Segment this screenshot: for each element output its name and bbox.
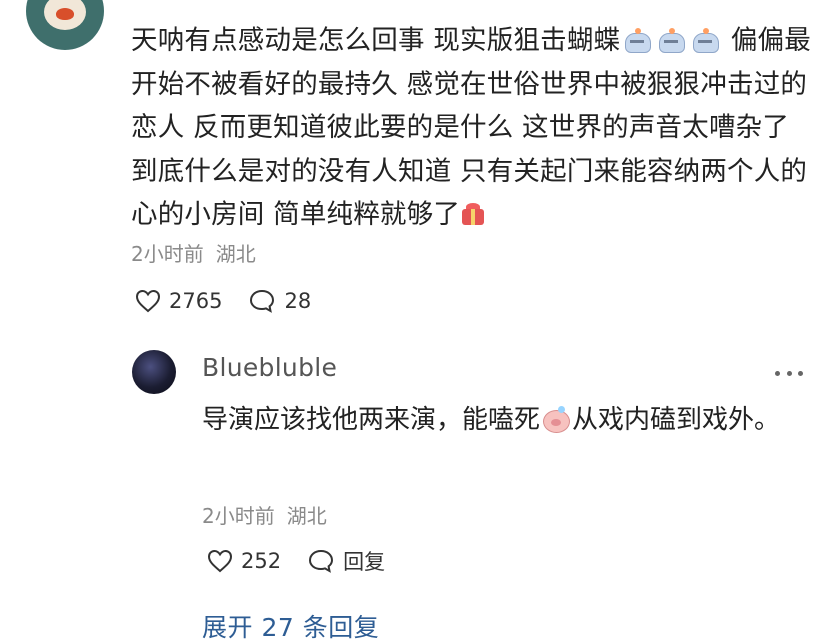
main-comment-count: 28 <box>284 289 312 313</box>
comment-bubble-icon <box>309 549 334 573</box>
main-comment-time: 2小时前 <box>131 242 204 266</box>
main-comment-button[interactable]: 28 <box>248 288 311 314</box>
main-like-button[interactable]: 2765 <box>135 289 222 313</box>
expand-replies-link[interactable]: 展开 27 条回复 <box>202 608 379 644</box>
heart-icon <box>135 289 161 313</box>
comment-bubble-icon <box>250 289 275 313</box>
main-like-count: 2765 <box>169 289 223 313</box>
main-comment-text-part-1: 天呐有点感动是怎么回事 现实版狙击蝴蝶 <box>131 25 621 56</box>
reply-time: 2小时前 <box>202 504 275 528</box>
upset-emoji-icon <box>691 28 720 53</box>
main-comment-meta: 2小时前 湖北 <box>131 238 268 267</box>
reply-actions: 252 回复 <box>207 545 411 577</box>
avatar-mouth <box>56 8 74 20</box>
reply-like-count: 252 <box>241 549 282 573</box>
more-horizontal-icon[interactable] <box>775 368 803 378</box>
reply-location: 湖北 <box>286 504 327 528</box>
upset-emoji-icon <box>657 28 686 53</box>
main-comment-location: 湖北 <box>215 242 256 266</box>
reply-like-button[interactable]: 252 <box>207 549 281 573</box>
reply-meta: 2小时前 湖北 <box>202 500 339 529</box>
pig-emoji-icon <box>542 406 571 433</box>
reply-text-part-1: 导演应该找他两来演，能嗑死 <box>202 405 541 435</box>
heart-icon <box>207 549 233 573</box>
main-comment-avatar[interactable] <box>26 0 104 50</box>
reply-button-label: 回复 <box>343 550 386 574</box>
reply-avatar[interactable] <box>132 350 176 394</box>
reply-username[interactable]: Bluebluble <box>202 353 337 382</box>
reply-reply-button[interactable]: 回复 <box>307 546 385 576</box>
gift-icon <box>460 201 486 227</box>
reply-text: 导演应该找他两来演，能嗑死 从戏内磕到戏外。 <box>202 398 802 442</box>
reply-text-part-2: 从戏内磕到戏外。 <box>572 405 781 435</box>
upset-emoji-icon <box>623 28 652 53</box>
main-comment-text: 天呐有点感动是怎么回事 现实版狙击蝴蝶 偏偏最开始不被看好的最持久 感觉在世俗世… <box>131 19 811 237</box>
main-comment-actions: 2765 28 <box>135 286 337 316</box>
